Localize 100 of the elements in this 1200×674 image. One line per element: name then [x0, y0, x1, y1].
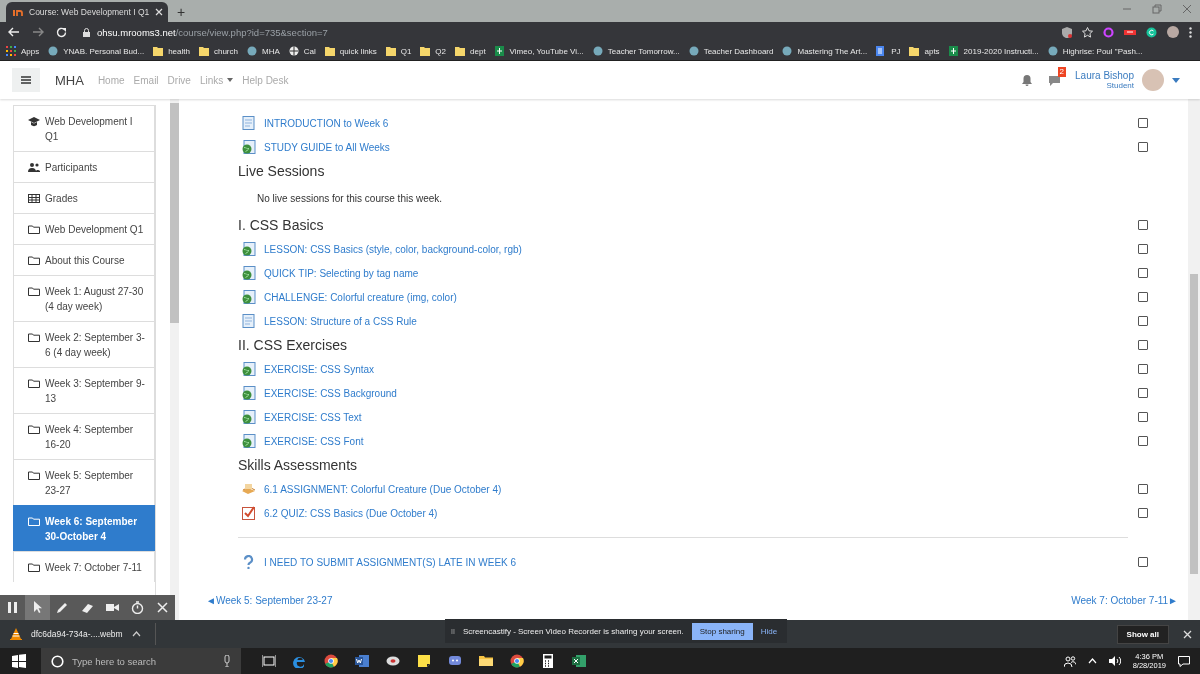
grammar-extension-icon[interactable]: [1146, 26, 1157, 38]
web-page-icon: [242, 242, 256, 256]
next-section-link[interactable]: Week 7: October 7-11►: [1071, 595, 1178, 606]
activity-link[interactable]: LESSON: Structure of a CSS Rule: [264, 315, 417, 327]
download-item[interactable]: dfc6da94-734a-....webm: [10, 623, 156, 645]
bookmark[interactable]: PJ: [876, 46, 901, 56]
forward-arrow-icon[interactable]: [32, 27, 44, 37]
scrollbar[interactable]: [1188, 99, 1200, 620]
activity-link[interactable]: QUICK TIP: Selecting by tag name: [264, 267, 419, 279]
taskbar-search-field[interactable]: Type here to search: [70, 654, 217, 668]
completion-checkbox[interactable]: [1138, 508, 1148, 518]
sidebar-item[interactable]: Week 4: September 16-20: [13, 413, 155, 459]
sidebar-item[interactable]: Grades: [13, 182, 155, 213]
star-icon[interactable]: [1082, 26, 1093, 38]
bell-icon[interactable]: [1022, 74, 1033, 86]
notification-text: Screencastify - Screen Video Recorder is sharing your screen.: [462, 626, 684, 636]
caret-icon[interactable]: [1172, 77, 1180, 83]
chat-icon[interactable]: [1048, 74, 1062, 86]
site-icon: [782, 46, 793, 56]
ring-extension-icon[interactable]: [1103, 26, 1114, 38]
bookmark[interactable]: Q2: [420, 46, 447, 56]
completion-checkbox[interactable]: [1138, 340, 1148, 350]
sidebar-item[interactable]: Week 2: September 3-6 (4 day week): [13, 321, 155, 367]
activity-link[interactable]: EXERCISE: CSS Font: [264, 435, 364, 447]
folder-icon: [28, 286, 40, 297]
sidebar-item[interactable]: Week 7: October 7-11: [13, 551, 155, 582]
completion-checkbox[interactable]: [1138, 436, 1148, 446]
completion-checkbox[interactable]: [1138, 292, 1148, 302]
bookmark[interactable]: apts: [909, 46, 940, 56]
bookmark[interactable]: Teacher Dashboard: [688, 46, 774, 56]
bookmark[interactable]: quick links: [324, 46, 377, 56]
completion-checkbox[interactable]: [1138, 268, 1148, 278]
apps-grid-icon: [6, 46, 16, 56]
bookmark[interactable]: Q1: [385, 46, 412, 56]
activity-link[interactable]: EXERCISE: CSS Background: [264, 387, 397, 399]
shield-icon[interactable]: [1062, 26, 1072, 38]
sidebar-item[interactable]: Web Development Q1: [13, 213, 155, 244]
activity-link[interactable]: 6.2 QUIZ: CSS Basics (Due October 4): [264, 507, 438, 519]
activity-link[interactable]: INTRODUCTION to Week 6: [264, 117, 389, 129]
completion-checkbox[interactable]: [1138, 118, 1148, 128]
activity-link[interactable]: I NEED TO SUBMIT ASSIGNMENT(S) LATE IN WEEK 6: [264, 556, 517, 568]
notification-icon[interactable]: [1178, 655, 1190, 667]
sidebar-item[interactable]: Participants: [13, 151, 155, 182]
new-tab-button[interactable]: +: [168, 2, 195, 22]
chevron-up-icon[interactable]: [131, 631, 141, 637]
bookmark[interactable]: 2019-2020 Instructi...: [948, 46, 1039, 56]
show-all-button[interactable]: Show all: [1116, 624, 1169, 644]
completion-checkbox[interactable]: [1138, 220, 1148, 230]
completion-checkbox[interactable]: [1138, 388, 1148, 398]
completion-checkbox[interactable]: [1138, 412, 1148, 422]
menu-button[interactable]: [12, 68, 40, 92]
bookmark[interactable]: dept: [455, 46, 486, 56]
address-field[interactable]: ohsu.mrooms3.net/course/view.php?id=735&section=7: [83, 23, 1050, 41]
completion-checkbox[interactable]: [1138, 484, 1148, 494]
activity-link[interactable]: CHALLENGE: Colorful creature (img, color): [264, 291, 457, 303]
web-page-icon: [242, 386, 256, 400]
user-name[interactable]: Laura Bishop: [1075, 70, 1134, 81]
taskbar-search-box[interactable]: Type here to search: [41, 648, 241, 674]
more-vertical-icon[interactable]: [1189, 26, 1192, 38]
completion-checkbox[interactable]: [1138, 142, 1148, 152]
bookmark[interactable]: YNAB. Personal Bud...: [48, 46, 145, 56]
bookmark[interactable]: Teacher Tomorrow...: [592, 46, 680, 56]
activity-link[interactable]: LESSON: CSS Basics (style, color, background-color, rgb): [264, 243, 522, 255]
activity-link[interactable]: EXERCISE: CSS Syntax: [264, 363, 375, 375]
bookmark[interactable]: Vimeo, YouTube Vi...: [494, 46, 584, 56]
folder-icon: [28, 332, 40, 343]
profile-avatar[interactable]: [1167, 26, 1179, 38]
previous-section-link[interactable]: ◄Week 5: September 23-27: [206, 595, 333, 606]
browser-tab[interactable]: Course: Web Development I Q1: [6, 2, 168, 22]
bookmark[interactable]: Apps: [6, 46, 40, 56]
pointer-tool[interactable]: [25, 595, 50, 620]
extension-icon[interactable]: [1124, 27, 1136, 37]
file-name: dfc6da94-734a-....webm: [31, 629, 123, 639]
site-name[interactable]: MHA: [55, 72, 84, 88]
bookmark[interactable]: Cal: [288, 46, 316, 56]
completion-checkbox[interactable]: [1138, 364, 1148, 374]
completion-checkbox[interactable]: [1138, 316, 1148, 326]
sidebar-item[interactable]: Web Development I Q1: [13, 105, 155, 151]
completion-checkbox[interactable]: [1138, 244, 1148, 254]
stop-sharing-button[interactable]: Stop sharing: [691, 622, 753, 640]
scrollbar[interactable]: [170, 99, 179, 620]
sidebar-item[interactable]: Week 1: August 27-30 (4 day week): [13, 275, 155, 321]
speaker-icon[interactable]: [1108, 656, 1121, 666]
bookmark[interactable]: health: [153, 46, 190, 56]
sidebar-item[interactable]: About this Course: [13, 244, 155, 275]
activity-link[interactable]: EXERCISE: CSS Text: [264, 411, 362, 423]
windows-logo-icon[interactable]: [12, 654, 26, 668]
bookmark[interactable]: Highrise: Poul "Pash...: [1047, 46, 1143, 56]
completion-checkbox[interactable]: [1138, 557, 1148, 567]
back-arrow-icon[interactable]: [8, 27, 20, 37]
bookmark[interactable]: Mastering The Art...: [782, 46, 868, 56]
bookmark[interactable]: church: [198, 46, 238, 56]
activity-link[interactable]: 6.1 ASSIGNMENT: Colorful Creature (Due October 4): [264, 483, 502, 495]
hide-button[interactable]: Hide: [760, 626, 778, 636]
sidebar-item[interactable]: Week 3: September 9-13: [13, 367, 155, 413]
reload-icon[interactable]: [56, 26, 67, 38]
sidebar-item[interactable]: Week 6: September 30-October 4: [13, 505, 155, 551]
bookmark[interactable]: MHA: [247, 46, 280, 56]
people-icon[interactable]: [1063, 655, 1076, 667]
activity-link[interactable]: STUDY GUIDE to All Weeks: [264, 141, 390, 153]
